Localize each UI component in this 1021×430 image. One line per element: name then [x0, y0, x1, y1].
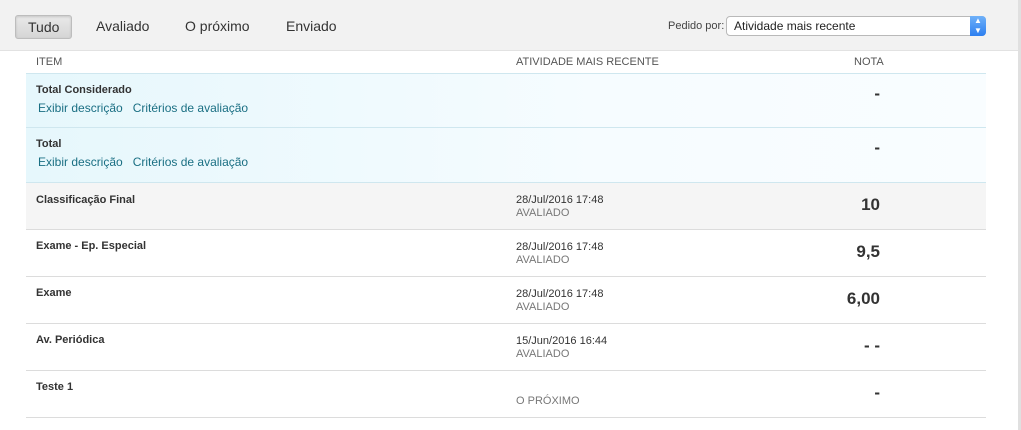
- tab-tudo[interactable]: Tudo: [15, 15, 73, 39]
- row-grade: 10: [861, 195, 880, 214]
- row-date: 15/Jun/2016 16:44: [516, 335, 608, 347]
- grading-criteria-link[interactable]: Critérios de avaliação: [133, 155, 248, 169]
- row-grade: 9,5: [856, 242, 880, 261]
- grading-criteria-link[interactable]: Critérios de avaliação: [133, 101, 248, 115]
- row-date: 28/Jul/2016 17:48: [516, 194, 604, 206]
- row-status: AVALIADO: [516, 207, 570, 219]
- sort-label: Pedido por:: [668, 20, 725, 32]
- show-description-link[interactable]: Exibir descrição: [38, 155, 123, 169]
- tab-avaliado[interactable]: Avaliado: [84, 15, 161, 37]
- tab-o-proximo[interactable]: O próximo: [173, 15, 262, 37]
- row-date: 28/Jul/2016 17:48: [516, 288, 604, 300]
- table-row: Exame - Ep. Especial 28/Jul/2016 17:48 A…: [26, 230, 986, 277]
- row-links: Exibir descrição Critérios de avaliação: [38, 101, 258, 115]
- row-date: 28/Jul/2016 17:48: [516, 241, 604, 253]
- sort-select-value: Atividade mais recente: [734, 19, 856, 33]
- row-status: AVALIADO: [516, 254, 570, 266]
- table-header: ITEM ATIVIDADE MAIS RECENTE NOTA: [26, 53, 986, 73]
- column-header-activity: ATIVIDADE MAIS RECENTE: [516, 56, 659, 68]
- row-name: Classificação Final: [36, 194, 136, 206]
- row-name: Exame: [36, 287, 72, 299]
- row-grade: 6,00: [846, 289, 880, 308]
- row-status: O PRÓXIMO: [516, 395, 580, 407]
- row-grade: -: [874, 383, 880, 402]
- column-header-item: ITEM: [36, 56, 63, 68]
- tab-enviado[interactable]: Enviado: [274, 15, 349, 37]
- table-row: Av. Periódica 15/Jun/2016 16:44 AVALIADO…: [26, 324, 986, 371]
- row-status: AVALIADO: [516, 348, 570, 360]
- row-grade: -: [874, 84, 880, 103]
- row-grade: -: [874, 138, 880, 157]
- table-row: Teste 1 O PRÓXIMO -: [26, 371, 986, 418]
- row-name: Teste 1: [36, 381, 74, 393]
- select-arrows-icon: ▲ ▼: [970, 16, 986, 36]
- row-status: AVALIADO: [516, 301, 570, 313]
- table-row: Total Exibir descrição Critérios de avali…: [26, 128, 986, 183]
- show-description-link[interactable]: Exibir descrição: [38, 101, 123, 115]
- row-links: Exibir descrição Critérios de avaliação: [38, 155, 258, 169]
- row-name: Total Considerado: [36, 84, 132, 96]
- table-row: Classificação Final 28/Jul/2016 17:48 AV…: [26, 183, 986, 230]
- sort-select[interactable]: Atividade mais recente ▲ ▼: [726, 16, 986, 36]
- row-name: Total: [36, 138, 62, 150]
- column-header-grade: NOTA: [854, 56, 884, 68]
- row-name: Av. Periódica: [36, 334, 105, 346]
- table-row: Exame 28/Jul/2016 17:48 AVALIADO 6,00: [26, 277, 986, 324]
- row-name: Exame - Ep. Especial: [36, 240, 147, 252]
- filter-toolbar: Tudo Avaliado O próximo Enviado Pedido p…: [0, 0, 1018, 51]
- row-grade: - -: [863, 336, 880, 355]
- table-row: Total Considerado Exibir descrição Critér…: [26, 73, 986, 128]
